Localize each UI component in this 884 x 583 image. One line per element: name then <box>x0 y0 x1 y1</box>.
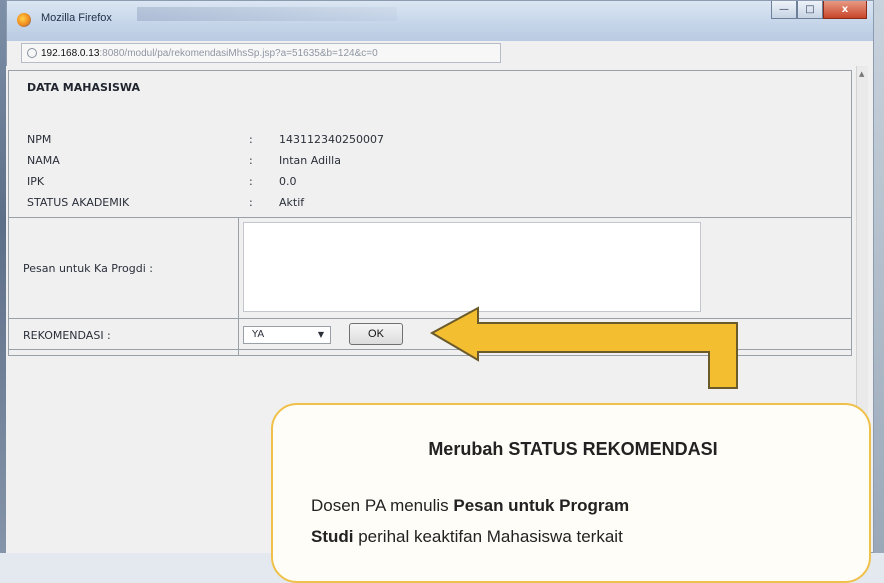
callout-text: perihal keaktifan Mahasiswa terkait <box>353 527 623 546</box>
arrow-shape <box>429 306 738 389</box>
callout-body: Dosen PA menulis Pesan untuk Program Stud… <box>311 490 871 552</box>
callout-bold-text: Studi <box>311 527 354 546</box>
callout-bold-text: Pesan untuk Program <box>453 496 630 515</box>
callout-text: Dosen PA menulis <box>311 496 454 515</box>
instruction-callout: Merubah STATUS REKOMENDASI Dosen PA menu… <box>271 403 871 583</box>
callout-title: Merubah STATUS REKOMENDASI <box>428 439 718 459</box>
